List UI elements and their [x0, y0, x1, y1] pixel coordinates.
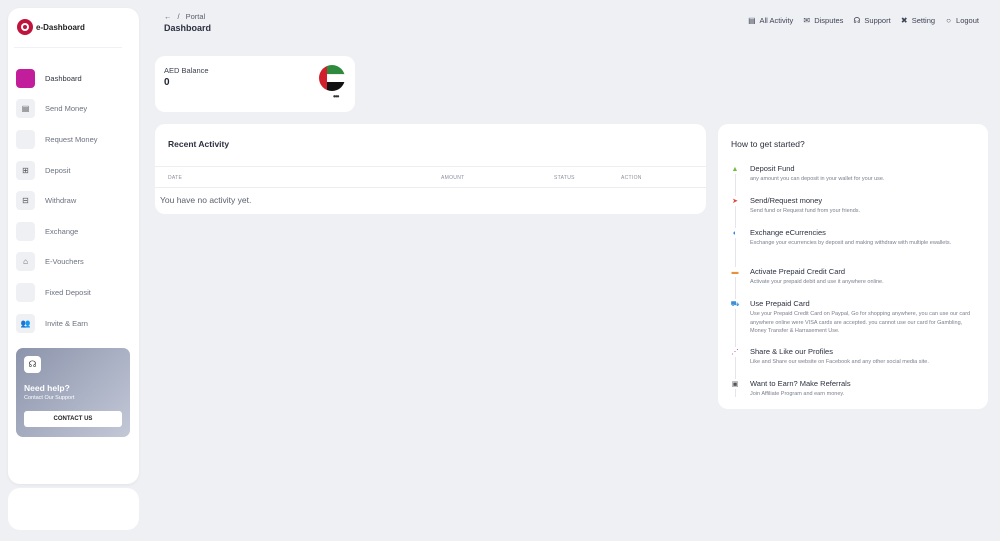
exchange-step-icon: ◐ — [730, 228, 740, 238]
deposit-icon: ⊞ — [16, 160, 35, 180]
topnav-label: Setting — [911, 16, 936, 25]
dashboard-icon — [16, 68, 35, 88]
tools-icon: ✖ — [900, 16, 908, 25]
sidebar-item-fixed-deposit[interactable]: Fixed Deposit — [16, 277, 131, 308]
sidebar-item-deposit[interactable]: ⊞ Deposit — [16, 155, 131, 186]
step-description: Send fund or Request fund from your frie… — [750, 208, 861, 214]
step-title: Deposit Fund — [750, 164, 795, 173]
cart-icon: ⛟ — [730, 299, 740, 309]
getting-started-title: How to get started? — [731, 139, 805, 149]
sidebar-item-dashboard[interactable]: Dashboard — [16, 63, 131, 94]
topnav-support[interactable]: ☊ Support — [852, 16, 890, 25]
getting-started-card: How to get started? ▲ Deposit Fund any amo… — [718, 124, 988, 409]
topnav-logout[interactable]: ○ Logout — [944, 16, 979, 25]
send-money-icon: ▤ — [16, 99, 35, 119]
paper-plane-icon: ➤ — [730, 196, 740, 206]
sidebar-item-e-vouchers[interactable]: ⌂ E-Vouchers — [16, 247, 131, 278]
step-title: Want to Earn? Make Referrals — [750, 379, 851, 388]
divider — [155, 187, 706, 188]
back-arrow-icon[interactable]: ← — [164, 12, 172, 21]
sidebar-nav: Dashboard ▤ Send Money Request Money ⊞ Deposi… — [16, 63, 131, 338]
sidebar-item-label: Invite & Earn — [45, 318, 88, 328]
recent-activity-card: Recent Activity DATE AMOUNT STATUS ACTIO… — [155, 124, 706, 214]
step-description: Join Affiliate Program and earn money. — [750, 391, 845, 397]
headset-icon: ☊ — [24, 356, 41, 373]
sidebar-item-label: Deposit — [45, 165, 71, 175]
sidebar-item-exchange[interactable]: Exchange — [16, 216, 131, 247]
divider — [14, 47, 122, 48]
step-title: Send/Request money — [750, 196, 823, 205]
power-icon: ○ — [946, 16, 951, 25]
referral-icon: ▣ — [730, 379, 740, 389]
step-description: Use your Prepaid Credit Card on Paypal, … — [750, 311, 971, 334]
sidebar-item-label: Exchange — [45, 226, 79, 236]
topnav-disputes[interactable]: ✉ Disputes — [802, 16, 843, 25]
topnav-all-activity[interactable]: ▤ All Activity — [747, 16, 793, 25]
share-icon: ⋰ — [730, 347, 740, 357]
balance-card: AED Balance 0 ••• — [155, 56, 355, 112]
column-header-amount: AMOUNT — [441, 175, 465, 181]
step-description: any amount you can deposit in your walle… — [750, 176, 885, 182]
help-card: ☊ Need help? Contact Our Support CONTACT… — [16, 348, 130, 437]
step-description: Like and Share our website on Facebook a… — [750, 359, 929, 365]
invite-icon: 👥 — [16, 313, 35, 333]
empty-activity-message: You have no activity yet. — [160, 195, 252, 205]
sidebar-item-label: Dashboard — [45, 73, 82, 83]
balance-value: 0 — [164, 77, 170, 88]
topnav-label: Logout — [956, 16, 979, 25]
deposit-step-icon: ▲ — [730, 164, 740, 174]
step-description: Exchange your ecurrencies by deposit and… — [750, 240, 952, 246]
step-title: Exchange eCurrencies — [750, 228, 826, 237]
page-title: Dashboard — [164, 23, 212, 33]
exchange-icon — [16, 221, 35, 241]
contact-us-button[interactable]: CONTACT US — [24, 411, 122, 427]
activity-icon: ▤ — [748, 16, 756, 25]
sidebar-item-withdraw[interactable]: ⊟ Withdraw — [16, 185, 131, 216]
sidebar-item-label: Send Money — [45, 104, 88, 114]
topnav-setting[interactable]: ✖ Setting — [900, 16, 935, 25]
breadcrumb-separator: / — [177, 12, 180, 21]
sidebar-item-label: Withdraw — [45, 196, 77, 206]
brand[interactable]: e-Dashboard — [17, 19, 85, 35]
sidebar-item-label: Fixed Deposit — [45, 287, 91, 297]
request-money-icon — [16, 129, 35, 149]
step-title: Use Prepaid Card — [750, 299, 810, 308]
sidebar-item-send-money[interactable]: ▤ Send Money — [16, 94, 131, 125]
brand-logo-icon — [17, 19, 33, 35]
help-title: Need help? — [24, 383, 70, 393]
envelope-icon: ✉ — [803, 16, 811, 25]
sidebar-item-label: Request Money — [45, 134, 98, 144]
credit-card-icon: ▬ — [730, 267, 740, 277]
breadcrumb: ← / Portal — [164, 12, 205, 21]
column-header-status: STATUS — [554, 175, 575, 181]
sidebar-item-request-money[interactable]: Request Money — [16, 124, 131, 155]
breadcrumb-portal[interactable]: Portal — [186, 12, 206, 21]
topnav-label: All Activity — [759, 16, 794, 25]
recent-activity-title: Recent Activity — [168, 139, 230, 149]
topnav-label: Disputes — [814, 16, 844, 25]
sidebar-item-invite-earn[interactable]: 👥 Invite & Earn — [16, 308, 131, 339]
column-header-date: DATE — [168, 175, 183, 181]
fixed-deposit-icon — [16, 282, 35, 302]
brand-name: e-Dashboard — [36, 22, 85, 32]
sidebar-footer — [8, 488, 139, 530]
topnav-label: Support — [864, 16, 891, 25]
help-subtitle: Contact Our Support — [24, 395, 75, 401]
sidebar-item-label: E-Vouchers — [45, 257, 84, 267]
balance-label: AED Balance — [164, 66, 209, 75]
more-options-icon[interactable]: ••• — [333, 92, 339, 101]
headset-icon: ☊ — [853, 16, 861, 25]
divider — [155, 166, 706, 167]
withdraw-icon: ⊟ — [16, 191, 35, 211]
step-title: Activate Prepaid Credit Card — [750, 267, 846, 276]
step-description: Activate your prepaid debit and use it a… — [750, 279, 884, 285]
top-nav: ▤ All Activity ✉ Disputes ☊ Support ✖ Setting ○ L… — [747, 16, 979, 25]
column-header-action: ACTION — [621, 175, 642, 181]
uae-flag-icon — [319, 65, 345, 91]
step-title: Share & Like our Profiles — [750, 347, 833, 356]
voucher-icon: ⌂ — [16, 252, 35, 272]
